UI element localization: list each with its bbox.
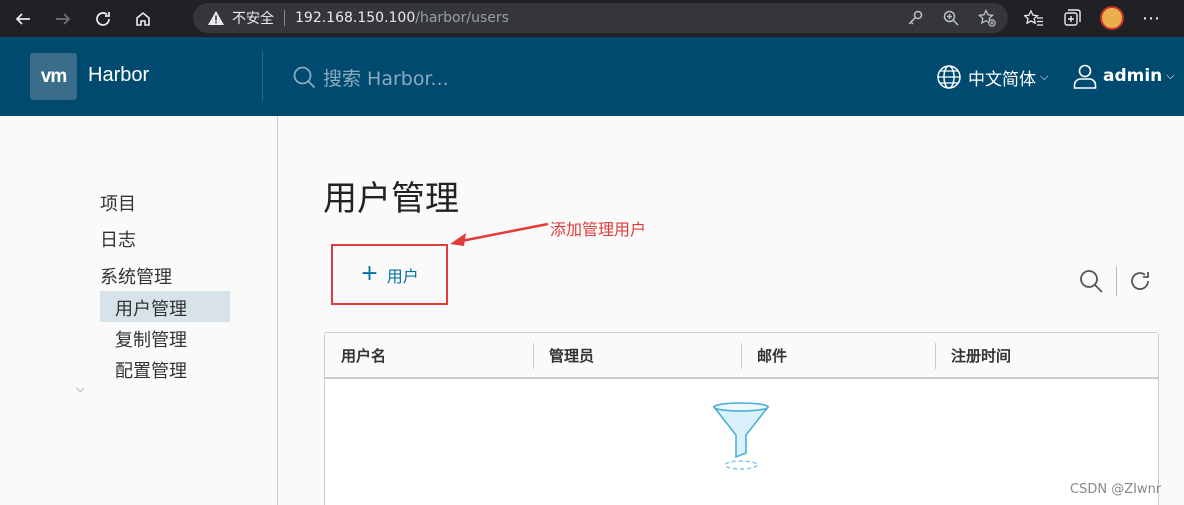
language-label: 中文简体 bbox=[968, 69, 1036, 90]
search-icon[interactable] bbox=[1078, 268, 1104, 294]
empty-state-icon bbox=[712, 402, 770, 470]
column-header-registered[interactable]: 注册时间 bbox=[935, 333, 1158, 377]
column-header-email[interactable]: 邮件 bbox=[741, 333, 935, 377]
chevron-down-icon[interactable]: ⌵ bbox=[76, 382, 84, 396]
back-icon[interactable] bbox=[6, 4, 40, 34]
add-user-button[interactable]: + 用户 bbox=[331, 244, 448, 305]
favorite-add-icon[interactable] bbox=[978, 9, 996, 27]
app-header: vm Harbor 搜索 Harbor... 中文简体 ⌵ admin ⌵ bbox=[0, 37, 1184, 116]
plus-icon: + bbox=[360, 260, 379, 286]
url-path: /harbor/users bbox=[415, 10, 509, 26]
user-icon bbox=[1073, 64, 1097, 89]
more-menu-icon[interactable]: ⋯ bbox=[1142, 8, 1161, 29]
divider bbox=[284, 10, 285, 26]
user-menu[interactable]: admin ⌵ bbox=[1072, 63, 1175, 89]
warning-icon[interactable] bbox=[207, 10, 225, 26]
favorites-icon[interactable] bbox=[1024, 8, 1044, 28]
sidebar-item-projects[interactable]: 项目 bbox=[100, 190, 136, 216]
column-header-admin[interactable]: 管理员 bbox=[533, 333, 741, 377]
header-divider bbox=[262, 51, 263, 101]
global-search[interactable]: 搜索 Harbor... bbox=[292, 64, 449, 91]
sidebar: 项目 日志 ⌵ 系统管理 用户管理 复制管理 配置管理 bbox=[0, 116, 278, 505]
users-table: 用户名 管理员 邮件 注册时间 bbox=[324, 332, 1159, 505]
sidebar-item-configuration[interactable]: 配置管理 bbox=[115, 357, 187, 383]
annotation-text: 添加管理用户 bbox=[550, 220, 647, 239]
search-placeholder: 搜索 Harbor... bbox=[323, 68, 449, 90]
forward-icon[interactable] bbox=[46, 4, 80, 34]
home-icon[interactable] bbox=[126, 4, 160, 34]
toolbar-divider bbox=[1116, 266, 1117, 296]
refresh-icon[interactable] bbox=[1127, 268, 1153, 294]
search-icon bbox=[293, 66, 316, 89]
page-title: 用户管理 bbox=[323, 179, 459, 219]
url-host: 192.168.150.100 bbox=[295, 10, 416, 26]
grid-toolbar bbox=[1078, 266, 1153, 296]
column-header-username[interactable]: 用户名 bbox=[325, 333, 533, 377]
watermark: CSDN @ZIwnr bbox=[1070, 482, 1162, 497]
chevron-down-icon: ⌵ bbox=[1040, 70, 1049, 83]
reload-icon[interactable] bbox=[86, 4, 120, 34]
key-icon[interactable] bbox=[906, 9, 924, 27]
url-text[interactable]: 192.168.150.100/harbor/users bbox=[295, 10, 509, 26]
sidebar-item-admin[interactable]: 系统管理 bbox=[100, 263, 172, 289]
security-label[interactable]: 不安全 bbox=[232, 8, 274, 28]
table-header: 用户名 管理员 邮件 注册时间 bbox=[325, 333, 1158, 379]
address-bar[interactable]: 不安全 192.168.150.100/harbor/users bbox=[193, 3, 1008, 33]
sidebar-item-replication[interactable]: 复制管理 bbox=[115, 326, 187, 352]
main-content: 用户管理 + 用户 添加管理用户 用户名 管理员 邮件 注册时间 bbox=[278, 116, 1184, 505]
vmware-logo[interactable]: vm bbox=[30, 53, 77, 100]
sidebar-item-logs[interactable]: 日志 bbox=[100, 226, 136, 252]
sidebar-item-users[interactable]: 用户管理 bbox=[115, 295, 187, 321]
profile-avatar[interactable] bbox=[1100, 6, 1124, 30]
brand-title[interactable]: Harbor bbox=[88, 64, 149, 87]
zoom-icon[interactable] bbox=[942, 9, 960, 27]
language-selector[interactable]: 中文简体 ⌵ bbox=[936, 64, 1048, 90]
collections-icon[interactable] bbox=[1062, 8, 1082, 28]
globe-icon bbox=[937, 65, 961, 89]
chevron-down-icon: ⌵ bbox=[1166, 69, 1175, 82]
username: admin bbox=[1103, 66, 1163, 86]
browser-toolbar: 不安全 192.168.150.100/harbor/users ⋯ bbox=[0, 0, 1184, 37]
add-user-label: 用户 bbox=[386, 266, 419, 286]
